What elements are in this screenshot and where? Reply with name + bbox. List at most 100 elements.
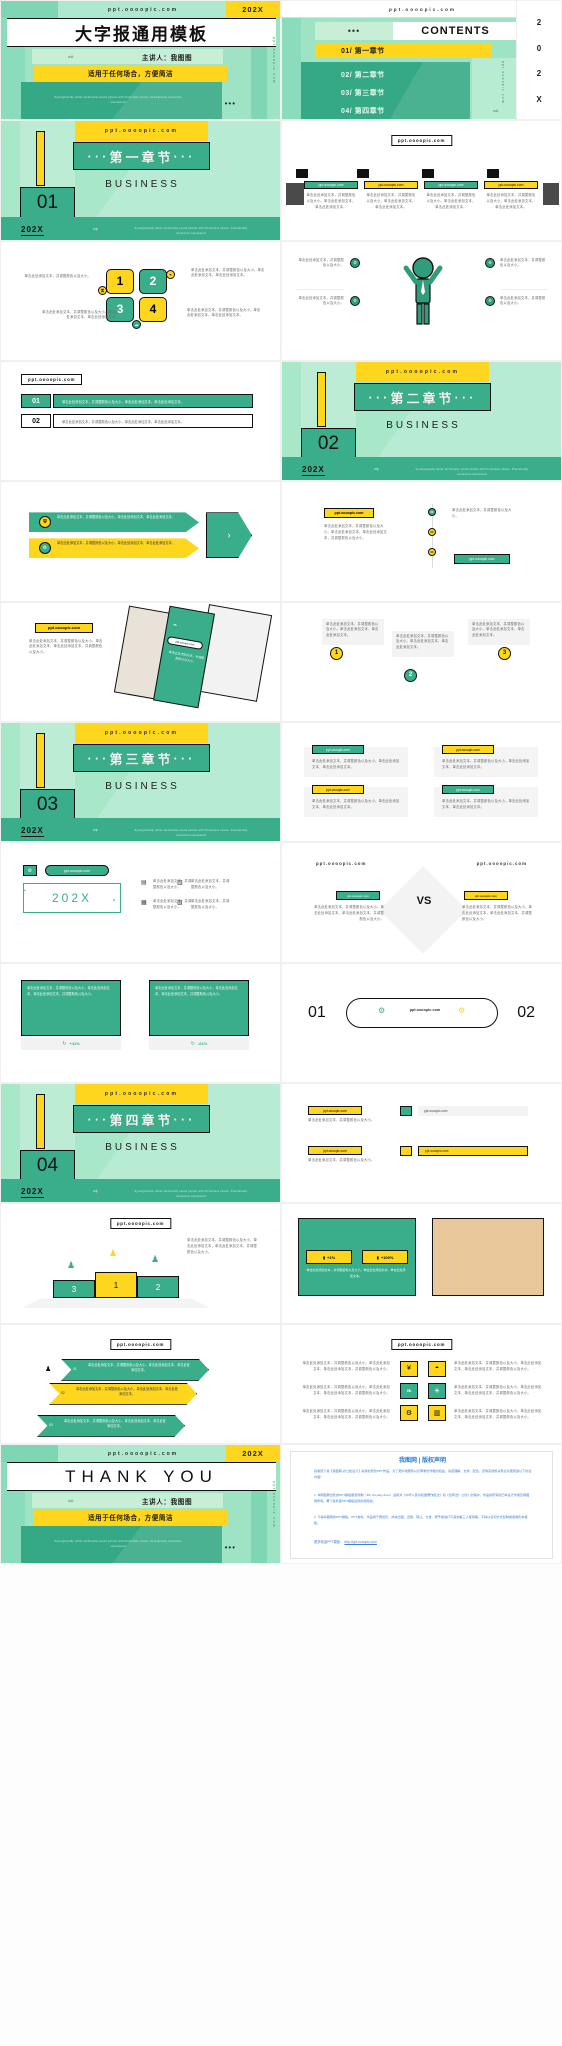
slide-photo-cards[interactable]: ppt.oooopic.com 单击此处添加文本，并调整颜色以及大小。单击此处添… xyxy=(0,601,281,723)
slide-thank-you[interactable]: ppt.oooopic.com 202X THANK YOU ⇨ 主讲人：我图图… xyxy=(0,1444,281,1565)
slide-chapter-04[interactable]: 04 ppt.oooopic.com ··· 第四章节 ··· BUSINESS… xyxy=(0,1083,281,1204)
dots-right: ··· xyxy=(173,1111,196,1127)
percent-right-value: -61% xyxy=(197,1041,208,1047)
copyright-link[interactable]: http://ppt.oooopic.com xyxy=(344,1540,376,1544)
chevron-body-1: 单击此处添加文本，并调整颜色以及大小。单击此处添加文本，单击此处添加文本。 xyxy=(88,1362,190,1373)
chapter-english: Synergistically utilize technically soun… xyxy=(415,468,529,476)
tag-body-1: 单击此处添加文本，并调整颜色以及大小。单击此处添加文本，单击此处添加文本。 xyxy=(312,759,400,769)
column-label-3: ppt.oooopic.com xyxy=(424,181,478,190)
vs-left-tag: ppt.oooopic.com xyxy=(336,891,380,901)
contents-item-4[interactable]: 04/ 第四章节 xyxy=(301,103,470,118)
contents-dots: ••• xyxy=(315,22,393,40)
list-number-1: 01 xyxy=(21,394,51,409)
copyright-more: 更多精品PPT模板： http://ppt.oooopic.com xyxy=(314,1539,377,1544)
year-frame: 202X xyxy=(23,883,121,914)
bank-icon xyxy=(487,169,499,179)
ty-title: THANK YOU xyxy=(7,1462,276,1492)
chapter-year: 202X xyxy=(21,1187,44,1199)
chapter-subtitle: BUSINESS xyxy=(386,419,461,431)
chapter-title: 第一章节 xyxy=(109,149,174,165)
podium-rank-2: 2 xyxy=(137,1276,179,1299)
refresh-icon: ↻ xyxy=(190,1040,195,1047)
slide-four-squares[interactable]: 1 2 3 4 ⚿ ❧ ☁ 单击此处添加文本，并调整颜色以及大小。 单击此处添加… xyxy=(0,240,281,362)
bubble-body-2: 单击此处添加文本，并调整颜色以及大小。单击此处添加文本，单击此处添加文本。 xyxy=(396,633,449,650)
contents-item-3[interactable]: 03/ 第三章节 xyxy=(301,85,470,100)
bubble-num-2: 2 xyxy=(404,668,417,682)
contents-item-2[interactable]: 02/ 第二章节 xyxy=(301,67,470,82)
copyright-more-label: 更多精品PPT模板： xyxy=(314,1540,344,1545)
chapter-subtitle: BUSINESS xyxy=(105,178,180,190)
slide-chapter-03[interactable]: 03 ppt.oooopic.com ··· 第三章节 ··· BUSINESS… xyxy=(0,722,281,843)
gear-icon: ⚙ xyxy=(378,1005,386,1015)
slide-url: ppt.oooopic.com xyxy=(21,374,83,386)
square-body-1: 单击此处添加文本，并调整颜色以及大小。 xyxy=(24,273,91,278)
square-4[interactable]: 4 xyxy=(139,296,167,322)
cover-title-text: 大字报通用模板 xyxy=(75,25,208,44)
person-icon: ♟ xyxy=(151,1254,160,1265)
arrow-right-icon: ⇨ xyxy=(374,467,380,474)
tagged-label-1: ppt.oooopic.com xyxy=(308,1106,362,1116)
chapter-url: ppt.oooopic.com xyxy=(75,121,208,142)
chapter-title-box: ··· 第四章节 ··· xyxy=(73,1105,210,1134)
gear-icon: ⚙ xyxy=(485,257,495,268)
square-body-2: 单击此处添加文本，并调整颜色以及大小。单击此处添加文本，单击此处添加文本。 xyxy=(191,267,265,278)
stats-left-value: +1% xyxy=(327,1254,336,1260)
slide-chapter-02[interactable]: 02 ppt.oooopic.com ··· 第二章节 ··· BUSINESS… xyxy=(281,361,562,482)
percent-card-left-body: 单击此处添加文本，并调整颜色以及大小。单击此处添加文本，单击此处添加文本，并调整… xyxy=(27,985,110,996)
slide-copyright[interactable]: 我图网 | 版权声明 感谢您下载【我图网-办公加设计】提供的原创PPT作品。为了… xyxy=(281,1444,562,1565)
chapter-subtitle: BUSINESS xyxy=(105,1141,180,1153)
square-2[interactable]: 2 xyxy=(139,268,167,294)
tag-label-2: ppt.oooopic.com xyxy=(442,745,494,755)
tagged-value-1: ppt.oooopic.com xyxy=(418,1106,528,1117)
slide-url: ppt.oooopic.com xyxy=(109,1218,172,1230)
stats-right: ▮ +100% xyxy=(362,1250,408,1265)
column-body-1: 单击此处添加文本，并调整颜色以及大小。单击此处添加文本，单击此处添加文本。 xyxy=(306,193,356,209)
year-value: 202X xyxy=(51,891,93,906)
slide-four-columns[interactable]: ppt.oooopic.com ppt.oooopic.com ppt.oooo… xyxy=(281,120,562,241)
slide-timeline[interactable]: ppt.oooopic.com 单击此处添加文本，并调整颜色以及大小。单击此处添… xyxy=(281,481,562,602)
slide-speech-bubbles[interactable]: 单击此处添加文本，并调整颜色以及大小。单击此处添加文本，单击此处添加文本。 1 … xyxy=(281,601,562,723)
slide-two-cards-percent[interactable]: 单击此处添加文本，并调整颜色以及大小。单击此处添加文本，单击此处添加文本，并调整… xyxy=(0,962,281,1084)
slide-podium[interactable]: ppt.oooopic.com 3 1 2 ♟ ♟ ♟ 单击此处添加文本，并调整… xyxy=(0,1203,281,1324)
chapter-bar xyxy=(36,733,45,789)
slide-numbered-list[interactable]: ppt.oooopic.com 01 单击此处添加文本，并调整颜色以及大小。单击… xyxy=(0,361,281,482)
cover-subtitle: 适用于任何场合，方便简洁 xyxy=(34,65,227,81)
coins-icon: ▮ xyxy=(376,1254,379,1260)
chapter-title: 第二章节 xyxy=(390,390,455,406)
ty-side-text: ppt.oooopic.com xyxy=(272,1481,276,1529)
contents-item-1[interactable]: 01/ 第一章节 xyxy=(315,43,492,58)
column-label-4: ppt.oooopic.com xyxy=(484,181,538,190)
stats-body: 单击此处添加文本，并调整颜色以及大小。单击此处添加文本，单击此处添加文本。 xyxy=(306,1268,406,1278)
icons-body-4: 单击此处添加文本，并调整颜色以及大小。单击此处添加文本，单击此处添加文本，并调整… xyxy=(454,1384,542,1395)
slide-url: ppt.oooopic.com xyxy=(390,1338,453,1350)
slide-four-tags[interactable]: ppt.oooopic.com 单击此处添加文本，并调整颜色以及大小。单击此处添… xyxy=(281,722,562,843)
slide-vs-comparison[interactable]: ppt.oooopic.com ppt.oooopic.com VS ppt.o… xyxy=(281,842,562,963)
bubble-body-3: 单击此处添加文本，并调整颜色以及大小。单击此处添加文本，单击此处添加文本。 xyxy=(472,621,525,638)
cover-url: ppt.oooopic.com xyxy=(107,6,179,13)
ty-speaker: 主讲人：我图图 xyxy=(141,1498,193,1506)
slide-chapter-01[interactable]: 01 ppt.oooopic.com ··· 第一章节 ··· BUSINESS… xyxy=(0,120,281,241)
slide-tagged-rows[interactable]: ppt.oooopic.com ppt.oooopic.com 单击此处添加文本… xyxy=(281,1083,562,1204)
timeline-tag: ppt.oooopic.com xyxy=(324,508,374,519)
square-body-4: 单击此处添加文本，并调整颜色以及大小。单击此处添加文本，单击此处添加文本。 xyxy=(187,307,261,318)
slide-person-diagram[interactable]: ⚙ ⚙ ⚙ ⚙ 单击此处添加文本，并调整颜色以及大小。 单击此处添加文本，并调整… xyxy=(281,240,562,362)
bulb-icon: ☀ xyxy=(428,1382,446,1399)
vs-diamond xyxy=(379,866,467,955)
stats-photo xyxy=(432,1218,544,1297)
photo-body: 单击此处添加文本，并调整颜色以及大小。单击此处添加文本，单击此处添加文本，并调整… xyxy=(29,638,103,655)
slide-image-stats[interactable]: ▮ +1% ▮ +100% 单击此处添加文本，并调整颜色以及大小。单击此处添加文… xyxy=(281,1203,562,1324)
square-1[interactable]: 1 xyxy=(106,268,134,294)
slide-six-icons[interactable]: ppt.oooopic.com ¥ ◓ ❧ ☀ ⚙ ▥ 单击此处添加文本，并调整… xyxy=(281,1323,562,1445)
slide-pill-numbers[interactable]: 01 ⚙ ⚙ ppt.oooopic.com 02 xyxy=(281,962,562,1084)
slide-year-frame[interactable]: ⚙ ppt.oooopic.com 202X ❝ ❞ ▤ ▥ ▦ ▧ 单击此处添… xyxy=(0,842,281,963)
slide-cover[interactable]: ppt.oooopic.com 202X 大字报通用模板 ⇨ 主讲人：我图图 适… xyxy=(0,0,281,121)
slide-chevron-steps[interactable]: ppt.oooopic.com 01 单击此处添加文本，并调整颜色以及大小。单击… xyxy=(0,1323,281,1445)
tag-body-3: 单击此处添加文本，并调整颜色以及大小。单击此处添加文本，单击此处添加文本。 xyxy=(312,799,400,809)
vs-label: VS xyxy=(416,895,432,908)
slide-contents[interactable]: ppt.oooopic.com ••• CONTENTS 01/ 第一章节 pp… xyxy=(281,0,562,121)
year-char-4: X xyxy=(536,95,542,105)
podium-rank-3: 3 xyxy=(53,1280,95,1299)
slide-arrow-banners[interactable]: ⛨ 单击此处添加文本，并调整颜色以及大小。单击此处添加文本，单击此处添加文本。 … xyxy=(0,481,281,602)
copyright-p3: 2. 不得将图网的PPT模板、PPT素材、作品用于再出售、成本出租、出借、转让、… xyxy=(314,1515,528,1525)
tag-label-1: ppt.oooopic.com xyxy=(312,745,364,755)
